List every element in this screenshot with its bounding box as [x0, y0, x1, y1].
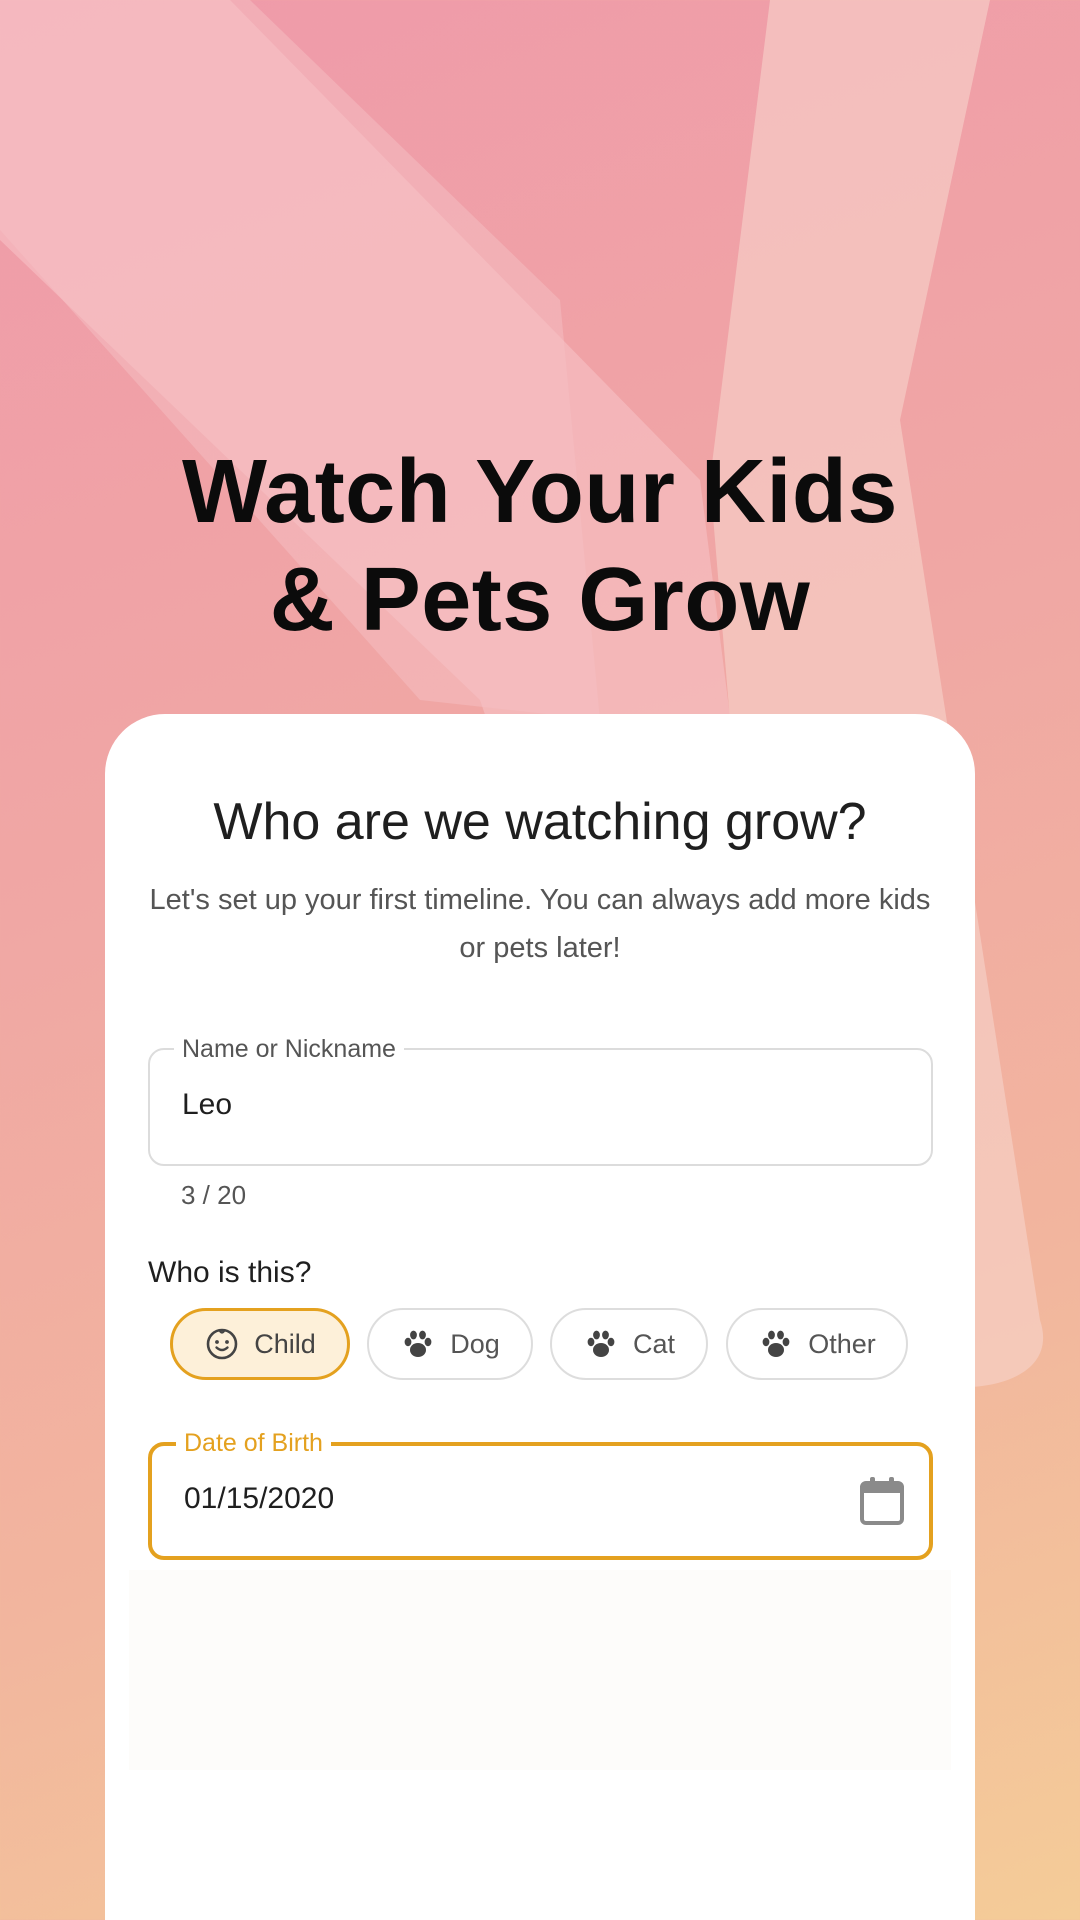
type-chip-label: Dog — [450, 1328, 500, 1359]
type-chip-label: Child — [254, 1328, 316, 1359]
name-character-counter: 3 / 20 — [181, 1180, 247, 1210]
card-title: Who are we watching grow? — [213, 793, 867, 851]
date-of-birth-field[interactable]: Date of Birth 01/15/2020 — [148, 1428, 933, 1560]
card-subtitle: Let's set up your first timeline. You ca… — [149, 884, 931, 964]
paw-icon — [404, 1330, 432, 1357]
hero-line-2: & Pets Grow — [269, 550, 811, 650]
type-chip-other[interactable]: Other — [726, 1308, 908, 1380]
type-question: Who is this? — [148, 1256, 312, 1289]
empty-section — [129, 1570, 951, 1770]
paw-icon — [762, 1330, 790, 1357]
hero-heading: Watch Your Kids & Pets Grow — [0, 438, 1080, 654]
onboarding-card: Who are we watching grow? Let's set up y… — [105, 714, 975, 1920]
name-field-label: Name or Nickname — [174, 1034, 404, 1064]
type-chip-group: Child Dog Cat Other — [105, 1308, 975, 1380]
type-chip-label: Cat — [632, 1328, 676, 1359]
dob-field-value[interactable]: 01/15/2020 — [184, 1482, 334, 1516]
calendar-icon[interactable] — [859, 1476, 905, 1526]
baby-face-icon — [206, 1328, 238, 1360]
type-chip-dog[interactable]: Dog — [367, 1308, 533, 1380]
name-field-value[interactable]: Leo — [182, 1088, 232, 1122]
hero-line-1: Watch Your Kids — [182, 442, 898, 542]
name-field[interactable]: Name or Nickname Leo — [148, 1034, 933, 1166]
type-chip-child[interactable]: Child — [170, 1308, 350, 1380]
paw-icon — [587, 1330, 615, 1357]
type-chip-label: Other — [808, 1328, 876, 1359]
type-chip-cat[interactable]: Cat — [550, 1308, 708, 1380]
dob-field-label: Date of Birth — [176, 1428, 331, 1458]
